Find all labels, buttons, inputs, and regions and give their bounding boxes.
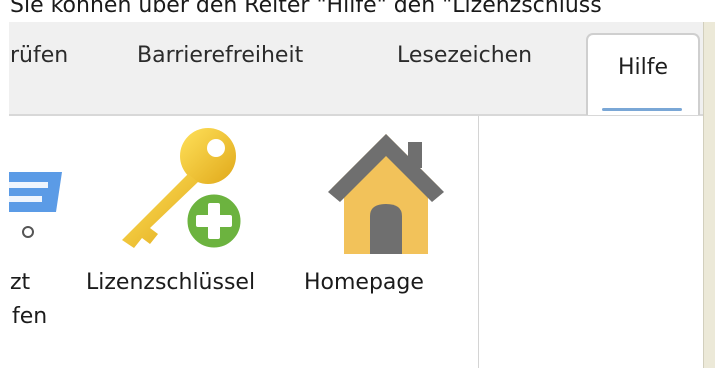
- ribbon-separator: [478, 116, 479, 368]
- homepage-button[interactable]: Homepage: [304, 126, 466, 306]
- key-add-icon: [122, 128, 244, 251]
- tab-hilfe-label: Hilfe: [617, 55, 669, 80]
- license-key-label: Lizenzschlüssel: [86, 270, 256, 295]
- cart-button-label-line2: fen: [12, 304, 48, 329]
- cart-button-label-line1: zt: [10, 270, 31, 295]
- homepage-label: Homepage: [304, 270, 424, 295]
- cart-icon: [0, 172, 62, 238]
- home-icon: [328, 134, 444, 254]
- window-edge: [703, 22, 715, 368]
- tab-hilfe-underline: [602, 108, 682, 111]
- tab-pruefen[interactable]: prüfen: [0, 36, 68, 76]
- instruction-caption: Sie können über den Reiter "Hilfe" den "…: [10, 0, 602, 18]
- tab-hilfe[interactable]: Hilfe: [586, 33, 700, 115]
- cart-button[interactable]: zt fen: [0, 160, 70, 340]
- tab-barrierefreiheit[interactable]: Barrierefreiheit: [137, 36, 303, 76]
- tab-lesezeichen[interactable]: Lesezeichen: [397, 36, 532, 76]
- license-key-button[interactable]: Lizenzschlüssel: [86, 126, 296, 306]
- window-left-edge: [0, 0, 9, 368]
